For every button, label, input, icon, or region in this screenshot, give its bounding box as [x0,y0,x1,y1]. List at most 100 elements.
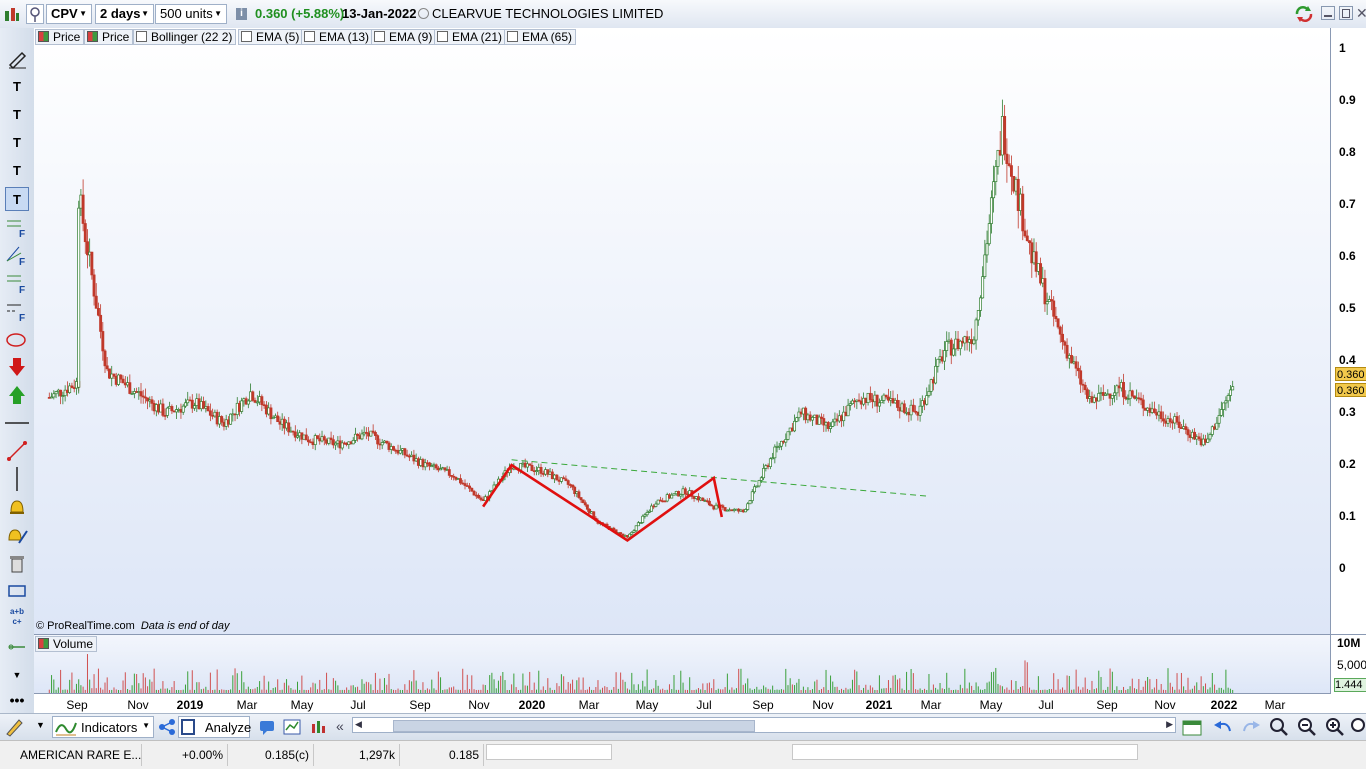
fibonacci-time-icon[interactable]: F [5,299,29,324]
fibonacci-fan-icon[interactable]: F [5,243,29,268]
undo-icon[interactable] [1212,717,1234,737]
legend-volume[interactable]: Volume [35,636,98,652]
scroll-left-icon[interactable]: ◀ [355,719,362,730]
legend-checkbox[interactable] [136,31,147,42]
indicators-button[interactable]: Indicators ▼ [52,716,154,738]
ellipse-icon[interactable] [5,327,29,351]
app-logo-icon[interactable] [3,5,21,23]
legend-checkbox[interactable] [507,31,518,42]
legend-ema-21[interactable]: EMA (21) [434,29,507,45]
chevron-down-icon[interactable]: ▼ [5,663,29,687]
time-scrollbar[interactable]: ◀ ▶ [352,717,1176,733]
arrow-up-icon[interactable] [5,383,29,407]
candle-body [213,411,217,417]
trash-icon[interactable] [5,551,29,575]
candle-body [958,340,962,350]
legend-ema-65[interactable]: EMA (65) [504,29,577,45]
candle-body [1175,416,1179,423]
chevron-down-icon: ▼ [142,721,150,730]
screener-icon[interactable] [283,718,301,736]
candle-body [479,497,483,500]
close-icon[interactable]: ✕ [1356,4,1366,22]
link-icon[interactable] [26,4,44,24]
candle-body [378,443,382,446]
measure-icon[interactable] [5,635,29,659]
time-tick: 2022 [1210,698,1238,712]
maximize-icon[interactable] [1339,6,1353,20]
legend-price[interactable]: Price [35,29,85,45]
legend-ema-13[interactable]: EMA (13) [301,29,374,45]
legend-price[interactable]: Price [84,29,134,45]
zoom-rect-icon[interactable] [1268,717,1290,737]
zoom-out-icon[interactable] [1296,717,1318,737]
zoom-reset-icon[interactable] [1350,717,1366,737]
candle-body [730,509,734,512]
watchlist-search[interactable] [792,744,1138,760]
fibonacci-retracement-icon[interactable]: F [5,271,29,296]
legend-bollinger[interactable]: Bollinger (22 2) [133,29,237,45]
alert-edit-icon[interactable] [5,523,29,547]
candle-body [177,409,181,411]
redo-icon[interactable] [1240,717,1262,737]
horizontal-line-icon[interactable] [5,411,29,435]
price-chart[interactable] [34,28,1330,634]
time-tick: Jul [1038,698,1054,712]
legend-checkbox[interactable] [304,31,315,42]
candle-body [412,454,416,462]
comment-icon[interactable] [258,718,276,736]
candle-body [1226,395,1230,402]
text-tool-icon[interactable]: T [5,103,29,127]
legend-ema-9[interactable]: EMA (9) [371,29,437,45]
vertical-line-icon[interactable] [5,467,29,491]
legend-checkbox[interactable] [87,31,98,42]
legend-checkbox[interactable] [437,31,448,42]
arrow-down-icon[interactable] [5,355,29,379]
volume-panel[interactable]: Volume [34,634,1330,694]
units-selector[interactable]: 500 units ▼ [155,4,227,24]
text-tool-icon[interactable]: T [5,131,29,155]
zoom-in-icon[interactable] [1324,717,1346,737]
period-selector[interactable]: 2 days ▼ [95,4,154,24]
legend-ema-5[interactable]: EMA (5) [238,29,304,45]
analyze-button[interactable]: Analyze [178,716,251,738]
calendar-icon[interactable] [1182,717,1204,737]
share-icon[interactable] [158,718,176,736]
candle-body [721,505,725,508]
chevron-down-icon[interactable]: ▼ [36,720,45,730]
info-icon[interactable]: i [236,8,247,20]
scrollbar-thumb[interactable] [393,720,755,732]
watchlist-blank-field[interactable] [486,744,612,760]
trend-line-icon[interactable] [5,439,29,463]
more-icon[interactable]: ••• [5,688,29,712]
text-tool-icon[interactable]: T [5,75,29,99]
legend-checkbox[interactable] [38,31,49,42]
candle-body [132,391,136,394]
candle-body [1043,278,1047,305]
alert-bell-icon[interactable] [5,495,29,519]
volume-axis[interactable]: 10M 5,000 1.444 [1330,634,1366,694]
fibonacci-icon[interactable]: F [5,215,29,240]
text-tool-icon[interactable]: T [5,159,29,183]
price-axis[interactable]: 1 0.9 0.8 0.7 0.6 0.5 0.4 0.3 0.2 0.1 0 … [1330,28,1366,634]
drawing-mode-icon[interactable] [4,717,26,737]
legend-checkbox[interactable] [241,31,252,42]
time-tick: Sep [1096,698,1118,712]
candle-body [753,486,756,493]
time-axis[interactable]: Sep Nov 2019 Mar May Jul Sep Nov 2020 Ma… [34,693,1330,714]
legend-checkbox[interactable] [374,31,385,42]
refresh-icon[interactable] [1294,5,1314,23]
candle-body [1148,407,1152,413]
symbol-selector[interactable]: CPV ▼ [46,4,92,24]
legend-checkbox[interactable] [38,638,49,649]
pencil-icon[interactable] [5,47,29,71]
candle-body [670,494,674,499]
text-box-icon[interactable]: T [5,187,29,211]
backtest-icon[interactable] [310,718,328,736]
watchlist-name[interactable]: AMERICAN RARE E... [16,744,142,766]
minimize-icon[interactable] [1321,6,1335,20]
rectangle-icon[interactable] [5,579,29,603]
wave-count-icon[interactable]: a+b c+ [5,607,29,631]
chevron-left-double-icon[interactable]: « [336,718,344,734]
scroll-right-icon[interactable]: ▶ [1166,719,1173,730]
time-tick: May [979,698,1003,712]
